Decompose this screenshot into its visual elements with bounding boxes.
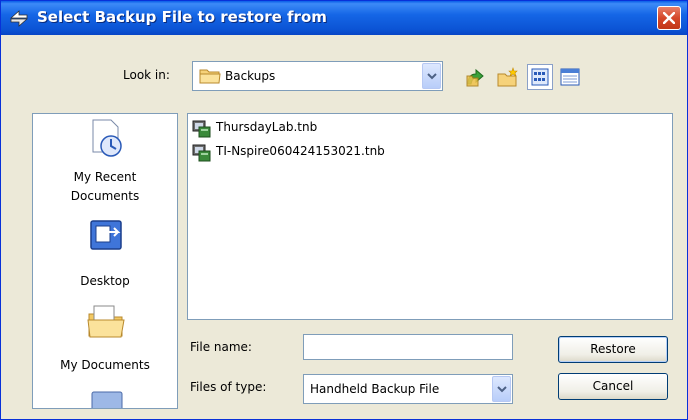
places-bar: My Recent Documents Desktop My Documents xyxy=(32,113,178,409)
files-of-type-dropdown[interactable]: Handheld Backup File xyxy=(303,374,513,404)
file-name: ThursdayLab.tnb xyxy=(216,120,318,134)
place-my-documents[interactable]: My Documents xyxy=(33,300,177,384)
place-label-line1: Desktop xyxy=(80,274,130,288)
chevron-down-icon xyxy=(427,73,437,80)
list-view-icon xyxy=(531,68,549,86)
close-button[interactable] xyxy=(657,6,681,30)
place-label-line1: My Recent xyxy=(73,170,137,184)
my-recent-documents-icon xyxy=(92,119,122,157)
files-of-type-dropdown-button[interactable] xyxy=(492,376,511,402)
files-of-type-label: Files of type: xyxy=(190,380,267,394)
look-in-value: Backups xyxy=(225,69,276,83)
close-icon xyxy=(663,12,675,24)
look-in-dropdown-button[interactable] xyxy=(422,63,441,89)
restore-button[interactable]: Restore xyxy=(558,336,668,363)
handheld-backup-file-icon xyxy=(192,120,211,138)
new-folder-icon[interactable] xyxy=(496,66,520,88)
place-label-line2: Documents xyxy=(70,189,140,203)
details-view-icon[interactable] xyxy=(558,66,582,88)
list-view-button[interactable] xyxy=(527,64,553,90)
my-documents-icon xyxy=(87,305,125,338)
title-bar[interactable]: Select Backup File to restore from xyxy=(1,1,687,35)
files-of-type-value: Handheld Backup File xyxy=(310,382,440,396)
file-name: TI-Nspire060424153021.tnb xyxy=(216,144,385,158)
handheld-backup-file-icon xyxy=(192,144,211,162)
file-name-label: File name: xyxy=(190,340,252,354)
look-in-label: Look in: xyxy=(123,68,170,82)
place-my-recent-documents[interactable]: My Recent Documents xyxy=(33,114,177,210)
place-desktop[interactable]: Desktop xyxy=(33,214,177,298)
file-list[interactable]: ThursdayLab.tnb TI-Nspire060424153021.tn… xyxy=(187,113,673,320)
file-name-input[interactable] xyxy=(303,334,513,360)
look-in-dropdown[interactable]: Backups xyxy=(192,61,443,91)
chevron-down-icon xyxy=(497,386,507,393)
my-computer-icon[interactable] xyxy=(89,390,125,409)
place-label-line1: My Documents xyxy=(60,358,150,372)
restore-arrows-icon xyxy=(9,10,29,27)
window-title: Select Backup File to restore from xyxy=(37,8,327,26)
folder-icon xyxy=(199,69,221,84)
select-backup-dialog: Select Backup File to restore from Look … xyxy=(0,0,688,420)
cancel-button[interactable]: Cancel xyxy=(558,373,668,400)
up-one-level-icon[interactable] xyxy=(464,66,488,88)
desktop-icon xyxy=(90,220,122,250)
